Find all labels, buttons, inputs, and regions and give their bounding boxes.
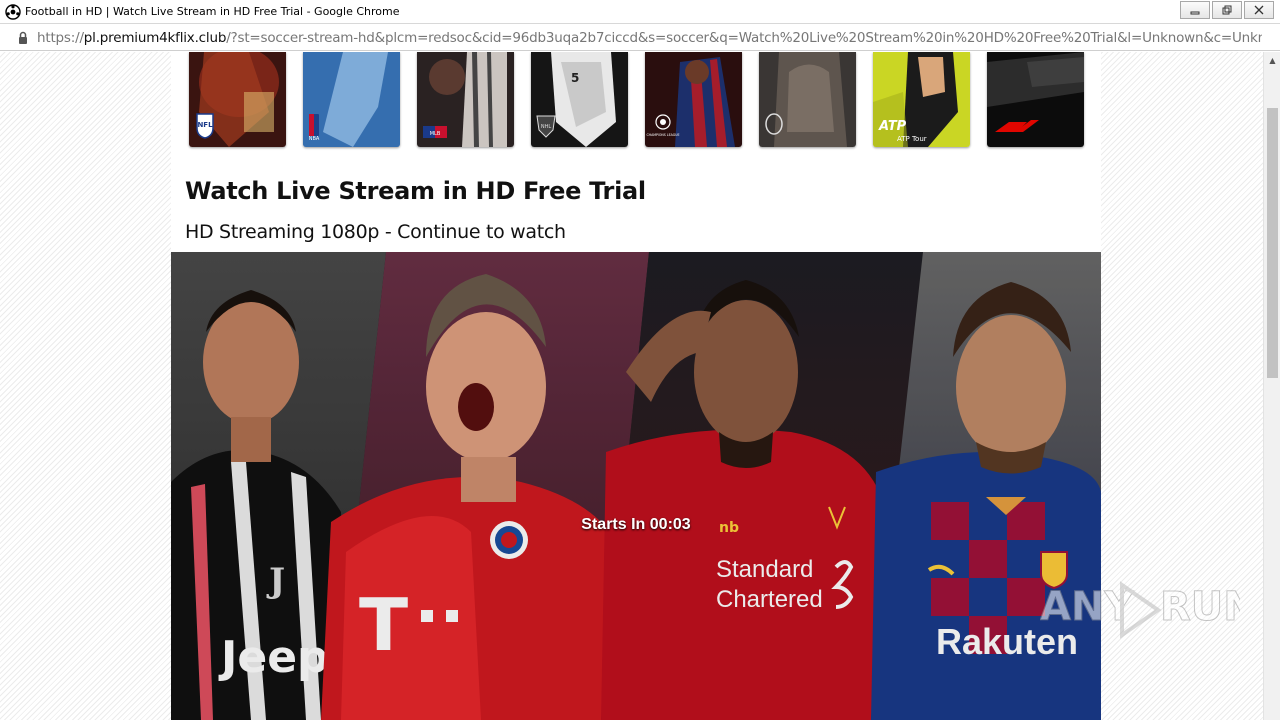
champions-league-tile-image: CHAMPIONS LEAGUE [645, 52, 742, 147]
sport-tile-champions-league[interactable]: CHAMPIONS LEAGUE [645, 52, 742, 147]
anyrun-watermark-logo: ANY RUN [1040, 581, 1240, 639]
football-favicon-icon [5, 3, 21, 20]
url-host: pl.premium4kflix.club [83, 29, 227, 46]
svg-text:5: 5 [571, 71, 579, 85]
countdown-label: Starts In [581, 516, 646, 533]
sport-logo-label: ATP Tour [897, 135, 927, 143]
sport-tile-rugby[interactable] [759, 52, 856, 147]
lock-icon [19, 31, 27, 44]
minimize-icon [1190, 11, 1200, 15]
countdown-text: Starts In 00:03 [171, 516, 1101, 534]
sport-logo-label: CHAMPIONS LEAGUE [646, 133, 679, 137]
sport-tile-nfl[interactable]: NFL [189, 52, 286, 147]
sport-logo-label: MLB [430, 131, 441, 137]
close-button[interactable] [1244, 1, 1274, 19]
minimize-button[interactable] [1180, 1, 1210, 19]
scroll-up-arrow-icon[interactable]: ▲ [1264, 52, 1280, 69]
url-path: /?st=soccer-stream-hd&plcm=redsoc&cid=96… [226, 29, 1262, 46]
sport-tile-atp-tour[interactable]: ATP ATP Tour [873, 52, 970, 147]
nba-tile-image: NBA [303, 52, 400, 147]
sport-tile-mlb[interactable]: MLB [417, 52, 514, 147]
restore-icon [1222, 5, 1232, 15]
page-content: NFL NBA MLB 5 NHL CHAMPIONS LEAGUE ATP A… [171, 52, 1101, 720]
sports-row: NFL NBA MLB 5 NHL CHAMPIONS LEAGUE ATP A… [189, 52, 1089, 148]
url-scheme: https:// [37, 29, 84, 46]
scrollbar-thumb[interactable] [1267, 108, 1278, 378]
sport-tile-nba[interactable]: NBA [303, 52, 400, 147]
page-subtitle: HD Streaming 1080p - Continue to watch [185, 221, 566, 243]
vertical-scrollbar[interactable]: ▲ [1263, 52, 1280, 720]
nfl-tile-image: NFL [189, 52, 286, 147]
sport-tile-formula-1[interactable] [987, 52, 1084, 147]
svg-text:ATP: ATP [878, 119, 907, 134]
atp-tile-image: ATP ATP Tour [873, 52, 970, 147]
sport-logo-label: NHL [541, 124, 552, 130]
address-bar[interactable]: https://pl.premium4kflix.club/?st=soccer… [0, 25, 1280, 51]
mlb-tile-image: MLB [417, 52, 514, 147]
window-title: Football in HD | Watch Live Stream in HD… [25, 5, 400, 18]
window-controls [1180, 1, 1274, 19]
countdown-value: 00:03 [649, 516, 691, 533]
close-icon [1254, 5, 1264, 15]
nhl-tile-image: 5 NHL [531, 52, 628, 147]
sport-logo-label: NBA [309, 136, 320, 142]
f1-tile-image [987, 52, 1084, 147]
sport-logo-label: NFL [197, 121, 213, 129]
svg-text:RUN: RUN [1160, 584, 1240, 630]
sport-tile-nhl[interactable]: 5 NHL [531, 52, 628, 147]
url-text[interactable]: https://pl.premium4kflix.club/?st=soccer… [37, 30, 1262, 46]
window-titlebar: Football in HD | Watch Live Stream in HD… [0, 0, 1280, 24]
hero-image: Jeep J T Standard Chartered nb Rakuten [171, 252, 1101, 720]
rugby-tile-image [759, 52, 856, 147]
page-title: Watch Live Stream in HD Free Trial [185, 177, 646, 205]
restore-button[interactable] [1212, 1, 1242, 19]
video-player[interactable]: Jeep J T Standard Chartered nb Rakuten S… [171, 252, 1101, 720]
